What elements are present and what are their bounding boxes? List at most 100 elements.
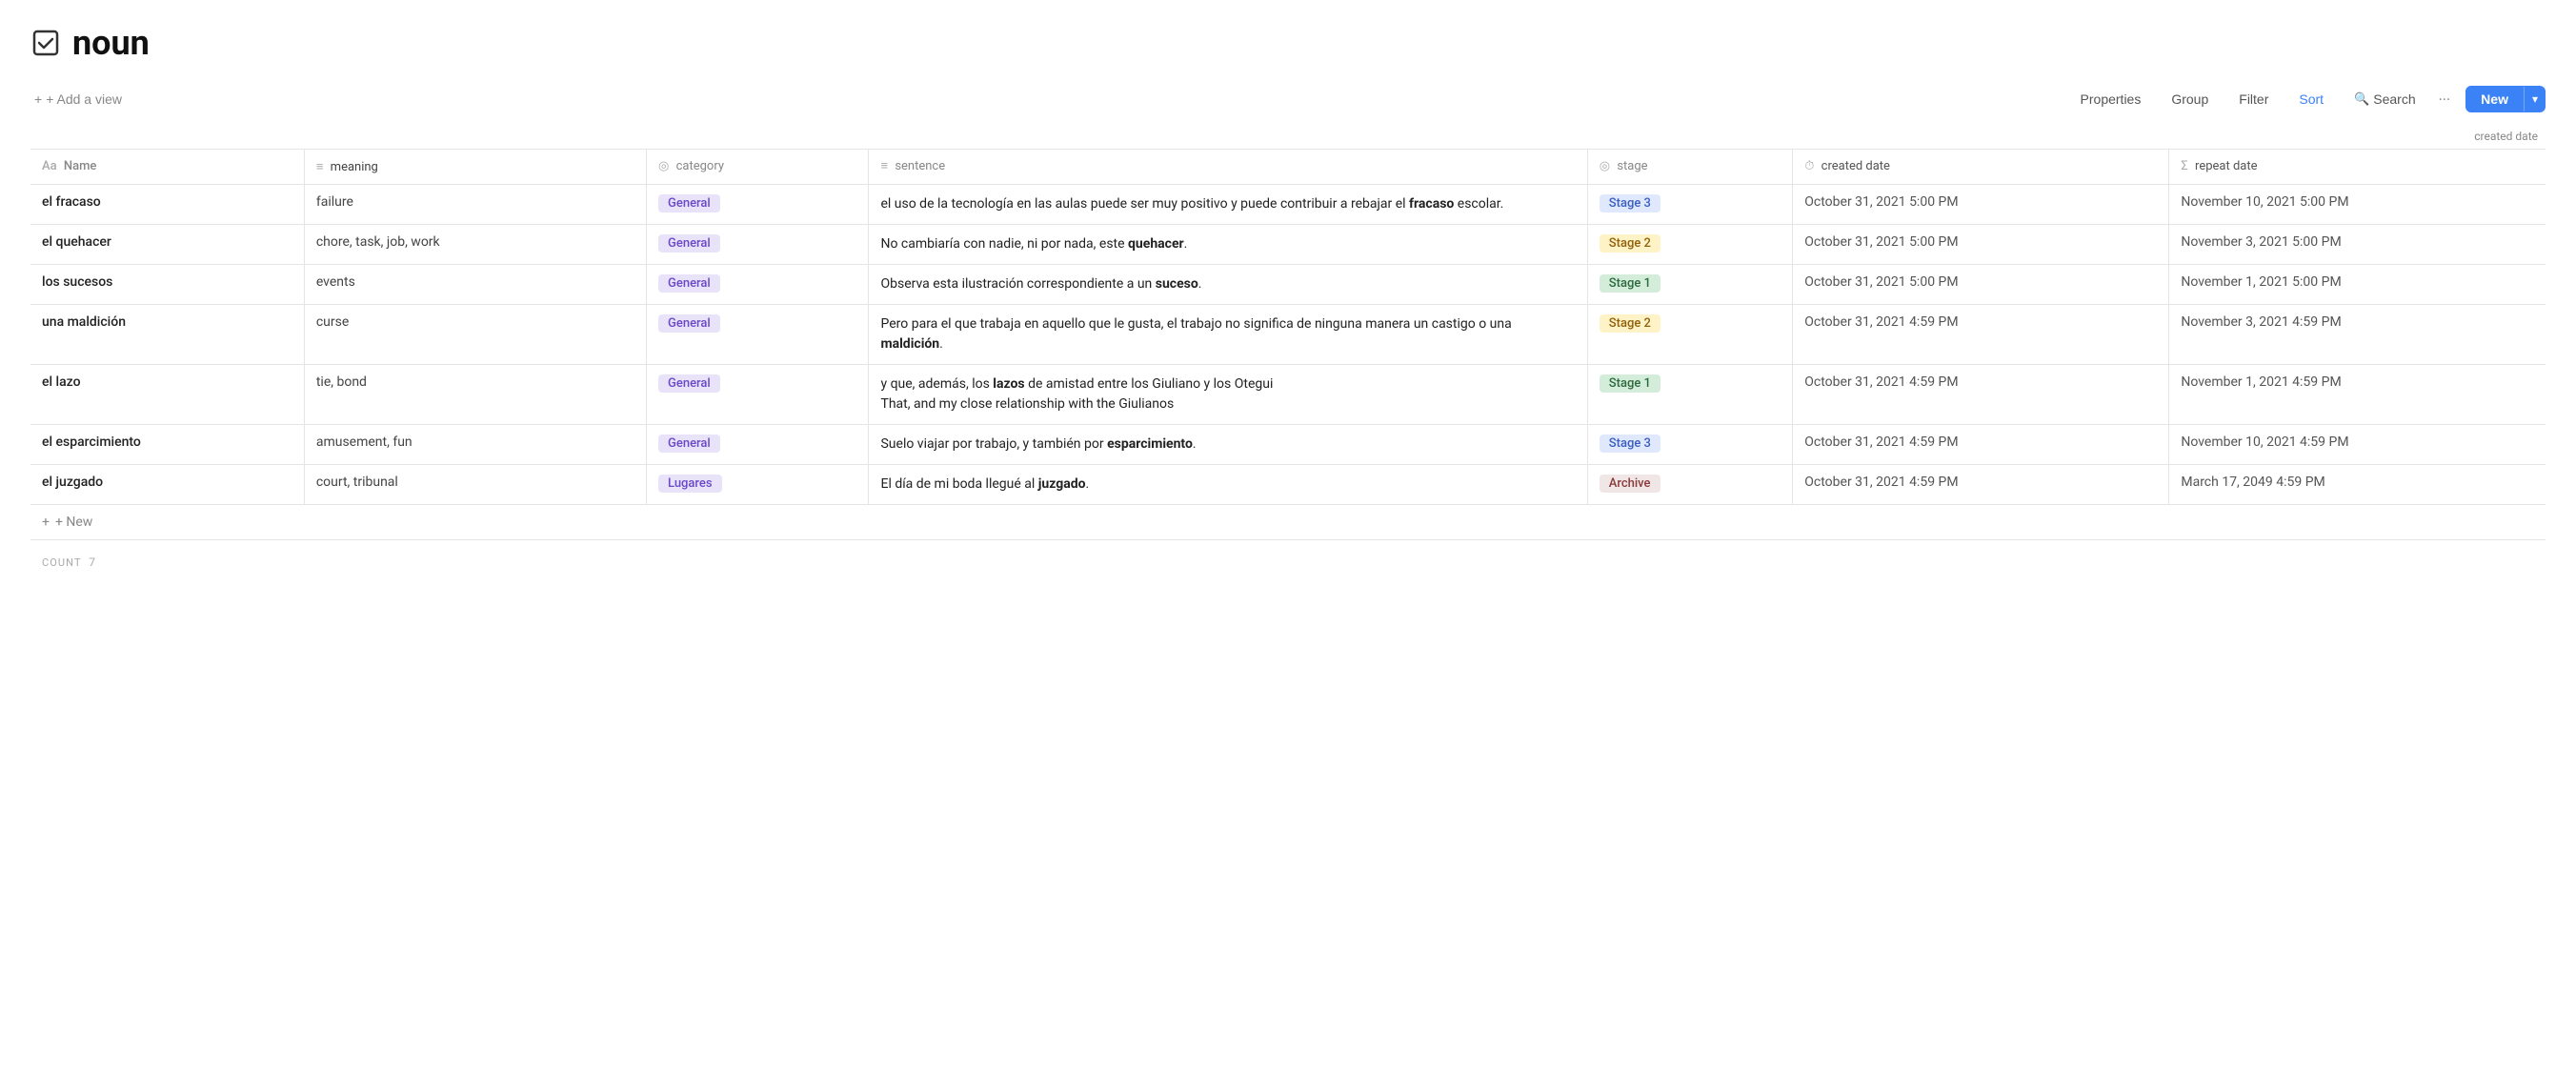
cell-stage: Stage 2 [1587,304,1793,364]
cell-stage: Stage 1 [1587,264,1793,304]
cell-stage: Stage 1 [1587,364,1793,424]
cell-meaning: failure [304,184,646,224]
filter-button[interactable]: Filter [2231,88,2276,111]
table-row[interactable]: el lazotie, bondGeneraly que, además, lo… [30,364,2546,424]
repeat-col-label: repeat date [2195,159,2257,173]
cell-created-date: October 31, 2021 5:00 PM [1793,224,2169,264]
cell-sentence: Pero para el que trabaja en aquello que … [869,304,1587,364]
table-header-row: Aa Name ≡ meaning ◎ category ≡ sentence [30,150,2546,184]
meaning-col-label: meaning [331,160,378,174]
cell-stage: Stage 3 [1587,184,1793,224]
cell-created-date: October 31, 2021 4:59 PM [1793,304,2169,364]
name-col-label: Name [64,159,97,173]
stage-badge: Archive [1600,475,1660,493]
col-header-created-date[interactable]: ⏱ created date [1793,150,2169,184]
stage-badge: Stage 3 [1600,434,1660,453]
cell-category: General [647,224,869,264]
count-value: 7 [89,556,95,569]
cell-category: Lugares [647,464,869,504]
table-row[interactable]: el juzgadocourt, tribunal Lugares El día d… [30,464,2546,504]
cell-stage: Archive [1587,464,1793,504]
category-badge: General [658,374,720,393]
meaning-col-icon: ≡ [316,160,324,174]
properties-button[interactable]: Properties [2073,88,2149,111]
name-col-icon: Aa [42,159,57,173]
cell-created-date: October 31, 2021 4:59 PM [1793,464,2169,504]
category-badge: General [658,274,720,293]
stage-badge: Stage 2 [1600,234,1660,253]
more-options[interactable]: ··· [2439,91,2451,109]
page-title: noun [72,23,150,63]
cell-meaning: amusement, fun [304,424,646,464]
group-label: Group [2171,91,2208,107]
cell-name: los sucesos [30,264,304,304]
cell-repeat-date: November 1, 2021 4:59 PM [2169,364,2546,424]
add-new-plus-icon: + [42,515,50,530]
cell-repeat-date: November 10, 2021 5:00 PM [2169,184,2546,224]
cell-category: General [647,304,869,364]
count-row: COUNT 7 [30,540,2546,584]
cell-repeat-date: November 1, 2021 5:00 PM [2169,264,2546,304]
table-row[interactable]: el esparcimientoamusement, funGeneralSue… [30,424,2546,464]
created-col-icon: ⏱ [1804,159,1814,173]
search-label: Search [2373,91,2415,107]
col-header-meaning[interactable]: ≡ meaning [304,150,646,184]
category-badge: Lugares [658,475,722,493]
sort-label: Sort [2299,91,2324,107]
count-label: COUNT [42,556,82,569]
data-table: Aa Name ≡ meaning ◎ category ≡ sentence [30,149,2546,584]
group-button[interactable]: Group [2163,88,2216,111]
page-icon [30,28,61,58]
cell-created-date: October 31, 2021 5:00 PM [1793,264,2169,304]
cell-repeat-date: March 17, 2049 4:59 PM [2169,464,2546,504]
sentence-col-label: sentence [895,159,945,173]
search-icon: 🔍 [2354,91,2369,107]
category-col-label: category [676,159,724,173]
cell-name: el fracaso [30,184,304,224]
cell-sentence: y que, además, los lazos de amistad entr… [869,364,1587,424]
new-button[interactable]: New [2465,86,2524,112]
cell-meaning: events [304,264,646,304]
cell-meaning: court, tribunal [304,464,646,504]
cell-repeat-date: November 3, 2021 4:59 PM [2169,304,2546,364]
col-header-name[interactable]: Aa Name [30,150,304,184]
category-badge: General [658,234,720,253]
add-view-label: + Add a view [46,91,122,107]
col-header-stage[interactable]: ◎ stage [1587,150,1793,184]
category-badge: General [658,314,720,333]
category-badge: General [658,434,720,453]
sort-button[interactable]: Sort [2291,88,2331,111]
sentence-col-icon: ≡ [880,159,888,173]
cell-name: el juzgado [30,464,304,504]
table-row[interactable]: una maldicióncurseGeneralPero para el qu… [30,304,2546,364]
stage-badge: Stage 3 [1600,194,1660,212]
search-button[interactable]: 🔍 Search [2346,88,2424,111]
add-view-button[interactable]: + + Add a view [30,88,126,111]
col-header-sentence[interactable]: ≡ sentence [869,150,1587,184]
new-button-chevron[interactable]: ▾ [2524,87,2546,111]
created-col-label: created date [1821,159,1890,173]
stage-badge: Stage 2 [1600,314,1660,333]
cell-name: el quehacer [30,224,304,264]
cell-stage: Stage 3 [1587,424,1793,464]
table-row[interactable]: el fracasofailure General el uso de la tec… [30,184,2546,224]
table-row[interactable]: los sucesosevents General Observa esta ilu… [30,264,2546,304]
cell-meaning: tie, bond [304,364,646,424]
stage-badge: Stage 1 [1600,274,1660,293]
cell-sentence: El día de mi boda llegué al juzgado. [869,464,1587,504]
cell-sentence: Observa esta ilustración correspondiente… [869,264,1587,304]
cell-stage: Stage 2 [1587,224,1793,264]
cell-repeat-date: November 3, 2021 5:00 PM [2169,224,2546,264]
cell-category: General [647,364,869,424]
category-badge: General [658,194,720,212]
cell-sentence: el uso de la tecnología en las aulas pue… [869,184,1587,224]
repeat-col-icon: Σ [2181,159,2187,173]
plus-icon: + [34,91,42,107]
table-row[interactable]: el quehacerchore, task, job, workGeneral… [30,224,2546,264]
col-header-category[interactable]: ◎ category [647,150,869,184]
stage-col-icon: ◎ [1600,159,1610,173]
col-header-repeat-date[interactable]: Σ repeat date [2169,150,2546,184]
sort-indicator: created date [30,128,2546,145]
cell-created-date: October 31, 2021 4:59 PM [1793,364,2169,424]
add-new-row[interactable]: + + New [30,505,2546,540]
